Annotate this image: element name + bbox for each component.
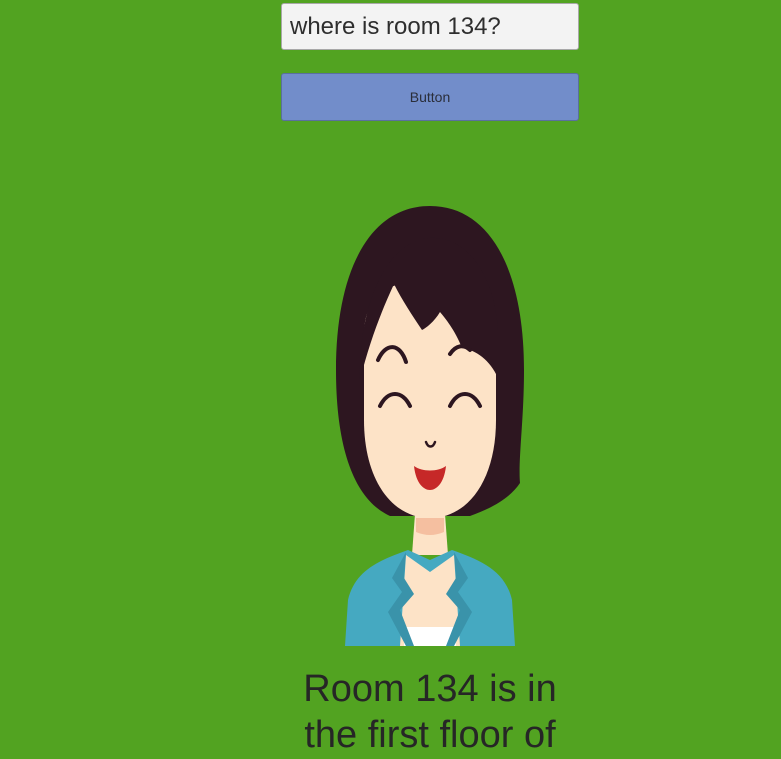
query-input[interactable] bbox=[281, 3, 579, 50]
response-line: Room 134 is in bbox=[303, 668, 557, 710]
response-text: Room 134 is in the first floor of bbox=[200, 666, 660, 758]
woman-avatar-icon bbox=[330, 200, 530, 650]
response-line: the first floor of bbox=[304, 714, 556, 756]
send-button[interactable]: Button bbox=[281, 73, 579, 121]
